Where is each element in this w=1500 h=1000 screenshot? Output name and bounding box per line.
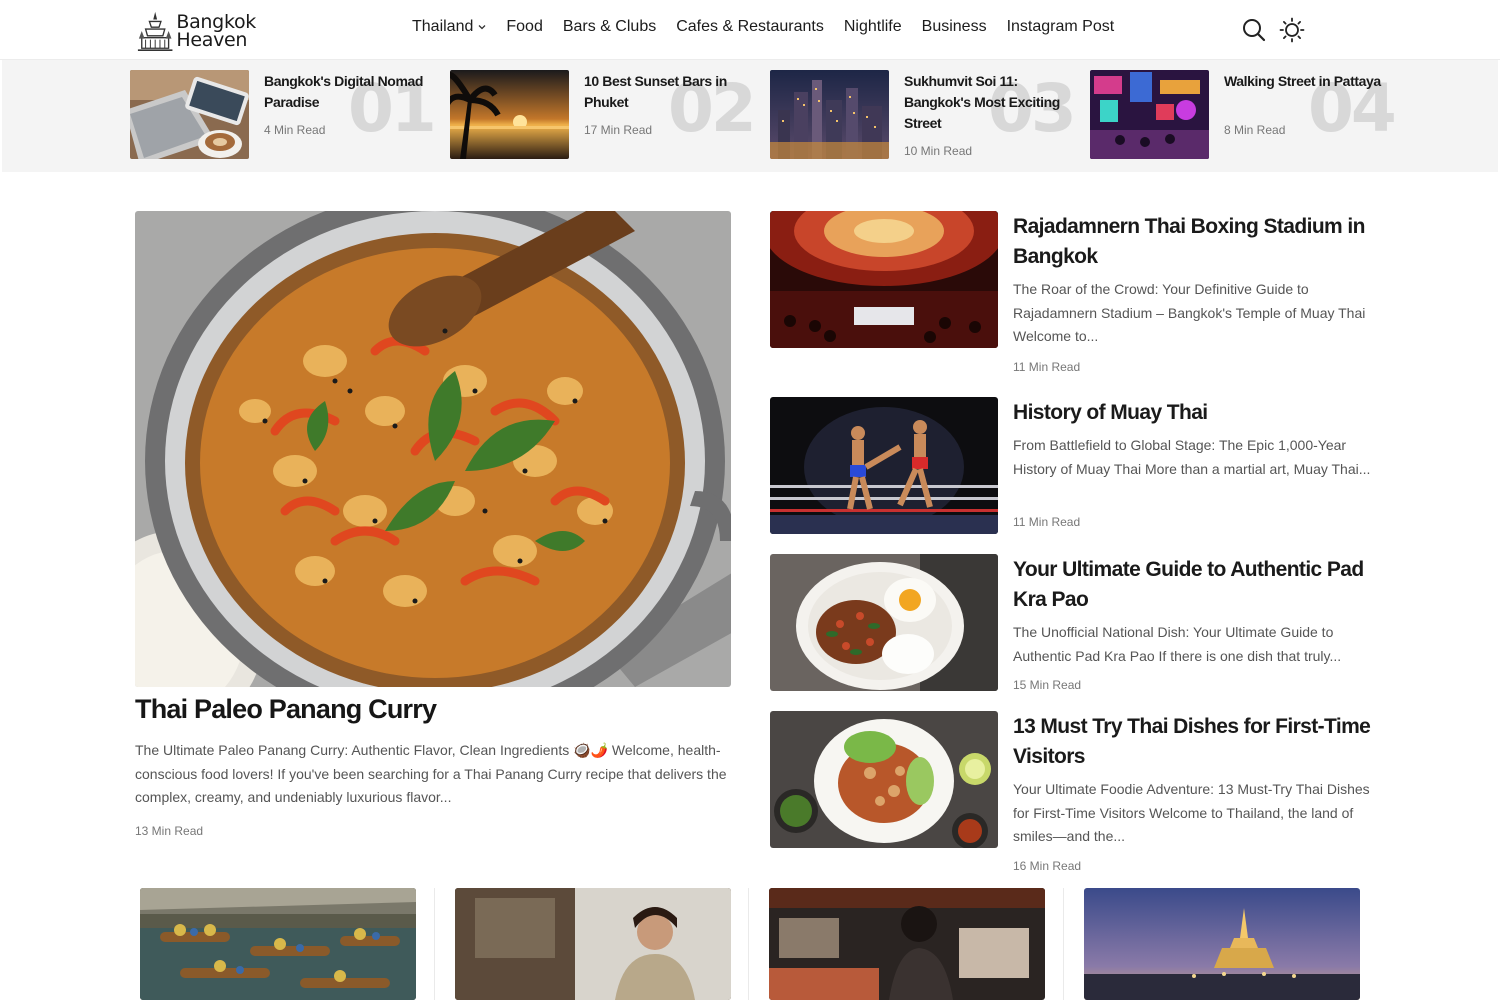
trending-thumbnail xyxy=(770,70,889,159)
read-time: 4 Min Read xyxy=(264,123,326,137)
column-divider xyxy=(748,888,749,1000)
logo-wordmark: Bangkok Heaven xyxy=(176,13,256,51)
nav-item-instagram-post[interactable]: Instagram Post xyxy=(1007,18,1115,36)
read-time: 11 Min Read xyxy=(1013,515,1081,529)
nav-item-label: Food xyxy=(506,18,543,35)
read-time: 10 Min Read xyxy=(904,144,973,158)
trending-title[interactable]: Sukhumvit Soi 11: Bangkok's Most Excitin… xyxy=(904,71,1064,134)
read-time: 13 Min Read xyxy=(135,824,204,838)
featured-title[interactable]: Thai Paleo Panang Curry xyxy=(135,694,437,725)
side-post-thumbnail[interactable] xyxy=(770,554,998,691)
side-post-title[interactable]: History of Muay Thai xyxy=(1013,398,1383,428)
logo-line-2: Heaven xyxy=(176,29,248,51)
side-post[interactable]: 13 Must Try Thai Dishes for First-Time V… xyxy=(770,711,1371,881)
nav-item-label: Nightlife xyxy=(843,18,902,35)
read-time: 17 Min Read xyxy=(584,123,653,137)
search-icon[interactable] xyxy=(1241,17,1267,43)
main-nav: Thailand Food Bars & Clubs Cafes & Resta… xyxy=(412,18,1134,36)
temple-logo-icon xyxy=(137,11,173,51)
featured-image[interactable] xyxy=(135,211,731,687)
read-time: 8 Min Read xyxy=(1224,123,1286,137)
side-post-excerpt: Your Ultimate Foodie Adventure: 13 Must-… xyxy=(1013,781,1370,844)
floating-market-image xyxy=(140,888,416,1000)
laptop-coffee-image xyxy=(130,70,249,159)
trending-card[interactable]: 04 Walking Street in Pattaya 8 Min Read xyxy=(1090,70,1397,160)
trending-thumbnail xyxy=(450,70,569,159)
side-post[interactable]: Rajadamnern Thai Boxing Stadium in Bangk… xyxy=(770,211,1370,381)
nav-item-label: Thailand xyxy=(412,18,474,35)
nav-item-label: Bars & Clubs xyxy=(562,18,657,35)
trending-thumbnail xyxy=(1090,70,1209,159)
side-post-excerpt: The Roar of the Crowd: Your Definitive G… xyxy=(1013,281,1366,344)
trending-title[interactable]: Walking Street in Pattaya xyxy=(1224,71,1384,92)
read-time: 11 Min Read xyxy=(1013,360,1081,374)
city-skyline-image xyxy=(770,70,889,159)
boxing-stadium-image xyxy=(770,211,998,348)
nav-item-food[interactable]: Food xyxy=(506,18,542,36)
nav-item-business[interactable]: Business xyxy=(922,18,987,36)
thai-dishes-image xyxy=(770,711,998,848)
column-divider xyxy=(1063,888,1064,1000)
site-logo[interactable]: Bangkok Heaven xyxy=(136,8,256,54)
trending-strip: 01 Bangkok's Digital Nomad Paradise 4 Mi… xyxy=(2,60,1498,172)
grid-post-thumbnail[interactable] xyxy=(769,888,1045,1000)
nav-item-label: Business xyxy=(921,18,987,35)
side-post-title[interactable]: 13 Must Try Thai Dishes for First-Time V… xyxy=(1013,712,1383,772)
chevron-down-icon xyxy=(478,25,486,30)
read-time: 16 Min Read xyxy=(1013,859,1082,873)
trending-thumbnail xyxy=(130,70,249,159)
side-post-thumbnail[interactable] xyxy=(770,211,998,348)
neon-street-image xyxy=(1090,70,1209,159)
nav-item-label: Instagram Post xyxy=(1006,18,1115,35)
side-post-title[interactable]: Your Ultimate Guide to Authentic Pad Kra… xyxy=(1013,555,1383,615)
trending-card[interactable]: 03 Sukhumvit Soi 11: Bangkok's Most Exci… xyxy=(770,70,1077,160)
side-post[interactable]: Your Ultimate Guide to Authentic Pad Kra… xyxy=(770,554,1370,699)
muay-thai-fighters-image xyxy=(770,397,998,534)
side-post[interactable]: History of Muay Thai From Battlefield to… xyxy=(770,397,1370,537)
side-post-excerpt: The Unofficial National Dish: Your Ultim… xyxy=(1013,624,1342,664)
panang-curry-image xyxy=(135,211,731,687)
pad-kra-pao-image xyxy=(770,554,998,691)
side-post-thumbnail[interactable] xyxy=(770,711,998,848)
side-post-excerpt: From Battlefield to Global Stage: The Ep… xyxy=(1013,437,1371,477)
grid-post-thumbnail[interactable] xyxy=(455,888,731,1000)
nav-item-bars-clubs[interactable]: Bars & Clubs xyxy=(563,18,656,36)
featured-excerpt: The Ultimate Paleo Panang Curry: Authent… xyxy=(135,742,727,805)
street-food-vendor-image xyxy=(769,888,1045,1000)
read-time: 15 Min Read xyxy=(1013,678,1082,692)
side-post-title[interactable]: Rajadamnern Thai Boxing Stadium in Bangk… xyxy=(1013,212,1383,272)
nav-item-thailand[interactable]: Thailand xyxy=(412,18,486,36)
theme-toggle-sun-icon[interactable] xyxy=(1279,17,1305,43)
grid-post-thumbnail[interactable] xyxy=(1084,888,1360,1000)
trending-title[interactable]: Bangkok's Digital Nomad Paradise xyxy=(264,71,424,113)
trending-card[interactable]: 01 Bangkok's Digital Nomad Paradise 4 Mi… xyxy=(130,70,437,160)
column-divider xyxy=(434,888,435,1000)
cafe-woman-image xyxy=(455,888,731,1000)
nav-item-nightlife[interactable]: Nightlife xyxy=(844,18,902,36)
trending-title[interactable]: 10 Best Sunset Bars in Phuket xyxy=(584,71,744,113)
site-header: Bangkok Heaven Thailand Food Bars & Club… xyxy=(0,0,1500,60)
trending-card[interactable]: 02 10 Best Sunset Bars in Phuket 17 Min … xyxy=(450,70,757,160)
nav-item-label: Cafes & Restaurants xyxy=(676,18,824,35)
sunset-palm-image xyxy=(450,70,569,159)
grid-post-thumbnail[interactable] xyxy=(140,888,416,1000)
nav-item-cafes-restaurants[interactable]: Cafes & Restaurants xyxy=(676,18,824,36)
side-post-thumbnail[interactable] xyxy=(770,397,998,534)
temple-dusk-image xyxy=(1084,888,1360,1000)
